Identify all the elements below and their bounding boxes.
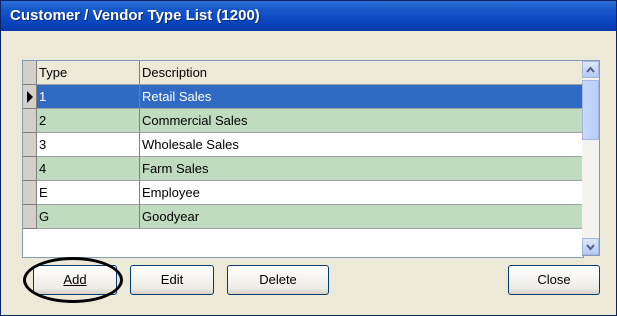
table-row[interactable]: E Employee: [23, 181, 583, 205]
cell-type[interactable]: E: [37, 181, 140, 205]
chevron-down-icon: [586, 244, 595, 251]
table-row[interactable]: 1 Retail Sales: [23, 85, 583, 109]
cell-description[interactable]: Goodyear: [140, 205, 583, 229]
row-selector[interactable]: [23, 157, 37, 181]
header-corner: [23, 61, 37, 85]
row-pointer-icon: [27, 91, 33, 103]
row-selector[interactable]: [23, 205, 37, 229]
row-selector[interactable]: [23, 109, 37, 133]
cell-description[interactable]: Wholesale Sales: [140, 133, 583, 157]
cell-description[interactable]: Retail Sales: [140, 85, 583, 109]
title-bar[interactable]: Customer / Vendor Type List (1200): [1, 1, 616, 31]
edit-button[interactable]: Edit: [130, 265, 214, 295]
type-list-grid[interactable]: Type Description 1 Retail Sales 2 Commer…: [22, 60, 584, 258]
column-header-type[interactable]: Type: [37, 61, 140, 85]
window-title: Customer / Vendor Type List (1200): [10, 7, 260, 24]
grid-header: Type Description: [23, 61, 583, 85]
row-selector[interactable]: [23, 133, 37, 157]
scroll-thumb[interactable]: [582, 80, 599, 140]
dialog-window: Customer / Vendor Type List (1200) Type …: [0, 0, 617, 316]
cell-type[interactable]: 1: [37, 85, 140, 109]
scroll-down-button[interactable]: [582, 238, 599, 255]
scroll-up-button[interactable]: [582, 61, 599, 78]
cell-type[interactable]: G: [37, 205, 140, 229]
cell-type[interactable]: 3: [37, 133, 140, 157]
table-row[interactable]: G Goodyear: [23, 205, 583, 229]
table-row[interactable]: 2 Commercial Sales: [23, 109, 583, 133]
cell-description[interactable]: Commercial Sales: [140, 109, 583, 133]
cell-description[interactable]: Employee: [140, 181, 583, 205]
vertical-scrollbar[interactable]: [582, 60, 600, 256]
table-row[interactable]: 3 Wholesale Sales: [23, 133, 583, 157]
row-selector[interactable]: [23, 181, 37, 205]
delete-button-label: Delete: [259, 272, 297, 287]
close-button-label: Close: [537, 272, 571, 287]
table-row[interactable]: 4 Farm Sales: [23, 157, 583, 181]
cell-type[interactable]: 4: [37, 157, 140, 181]
highlight-circle: [23, 257, 123, 303]
row-selector[interactable]: [23, 85, 37, 109]
close-button[interactable]: Close: [508, 265, 600, 295]
cell-type[interactable]: 2: [37, 109, 140, 133]
chevron-up-icon: [586, 66, 595, 73]
delete-button[interactable]: Delete: [227, 265, 329, 295]
edit-button-label: Edit: [160, 272, 184, 287]
cell-description[interactable]: Farm Sales: [140, 157, 583, 181]
column-header-description[interactable]: Description: [140, 61, 583, 85]
